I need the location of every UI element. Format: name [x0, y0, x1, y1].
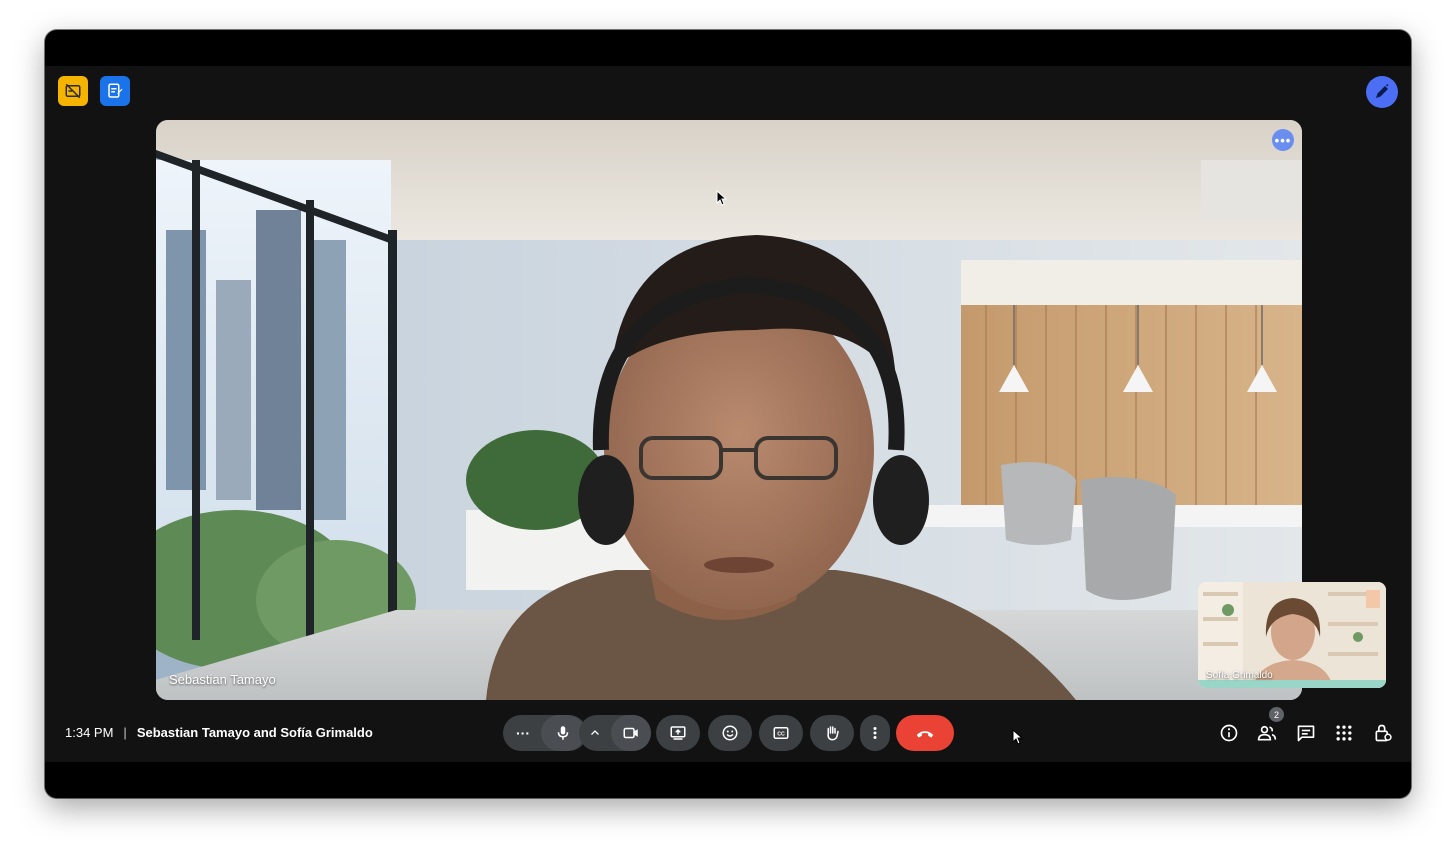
meeting-info: 1:34 PM | Sebastian Tamayo and Sofía Gri… [65, 725, 373, 740]
more-vert-icon [873, 727, 877, 739]
more-options-button[interactable] [860, 715, 890, 751]
bottom-letterbox [45, 762, 1411, 798]
reactions-button[interactable] [708, 715, 752, 751]
participant-video [156, 120, 1302, 700]
host-controls-button[interactable] [1371, 721, 1395, 745]
present-button[interactable] [656, 715, 700, 751]
emoji-icon [722, 725, 738, 741]
mic-control-group: ··· [503, 715, 587, 751]
camera-control-group [579, 715, 651, 751]
meeting-separator: | [123, 725, 127, 740]
captions-button[interactable]: CC [759, 715, 803, 751]
meeting-time: 1:34 PM [65, 725, 114, 740]
people-icon [1257, 725, 1277, 741]
chat-icon [1297, 725, 1315, 742]
audio-options-label: ··· [516, 725, 530, 741]
info-icon [1220, 724, 1238, 742]
mic-icon [557, 726, 569, 740]
pen-button[interactable] [1366, 76, 1398, 108]
notes-icon [108, 83, 123, 98]
people-button[interactable] [1255, 721, 1279, 745]
notes-button[interactable] [100, 76, 130, 106]
mouse-pointer-icon [716, 190, 728, 206]
raise-hand-button[interactable] [810, 715, 854, 751]
apps-icon [1336, 725, 1352, 741]
tile-more-button[interactable]: ••• [1272, 129, 1294, 151]
present-icon [670, 726, 686, 740]
people-count-badge: 2 [1269, 707, 1284, 722]
self-name-label: Sofía Grimaldo [1206, 670, 1273, 681]
svg-text:CC: CC [777, 732, 785, 738]
meeting-title: Sebastian Tamayo and Sofía Grimaldo [136, 725, 373, 740]
captions-off-icon [65, 83, 81, 99]
participant-name-label: Sebastian Tamayo [169, 672, 276, 687]
meeting-details-button[interactable] [1217, 721, 1241, 745]
video-options-button[interactable] [579, 715, 611, 751]
captions-icon: CC [773, 727, 789, 739]
camera-button[interactable] [611, 715, 651, 751]
host-controls-icon [1375, 724, 1392, 742]
main-video-tile[interactable]: ••• Sebastian Tamayo [156, 120, 1302, 700]
camera-icon [623, 727, 638, 739]
chat-button[interactable] [1294, 721, 1318, 745]
tile-more-label: ••• [1274, 132, 1292, 148]
pen-icon [1376, 84, 1389, 98]
chevron-up-icon [591, 730, 599, 735]
self-view-tile[interactable]: Sofía Grimaldo [1198, 582, 1386, 688]
end-call-icon [916, 731, 934, 738]
meet-window: ••• Sebastian Tamayo Sofía Grimaldo 1:34… [45, 30, 1411, 798]
captions-off-button[interactable] [58, 76, 88, 106]
activities-button[interactable] [1332, 721, 1356, 745]
raise-hand-icon [827, 726, 839, 741]
end-call-button[interactable] [896, 715, 954, 751]
audio-options-button[interactable]: ··· [505, 715, 541, 751]
mouse-pointer-icon-2 [1012, 729, 1024, 745]
top-letterbox [45, 30, 1411, 66]
